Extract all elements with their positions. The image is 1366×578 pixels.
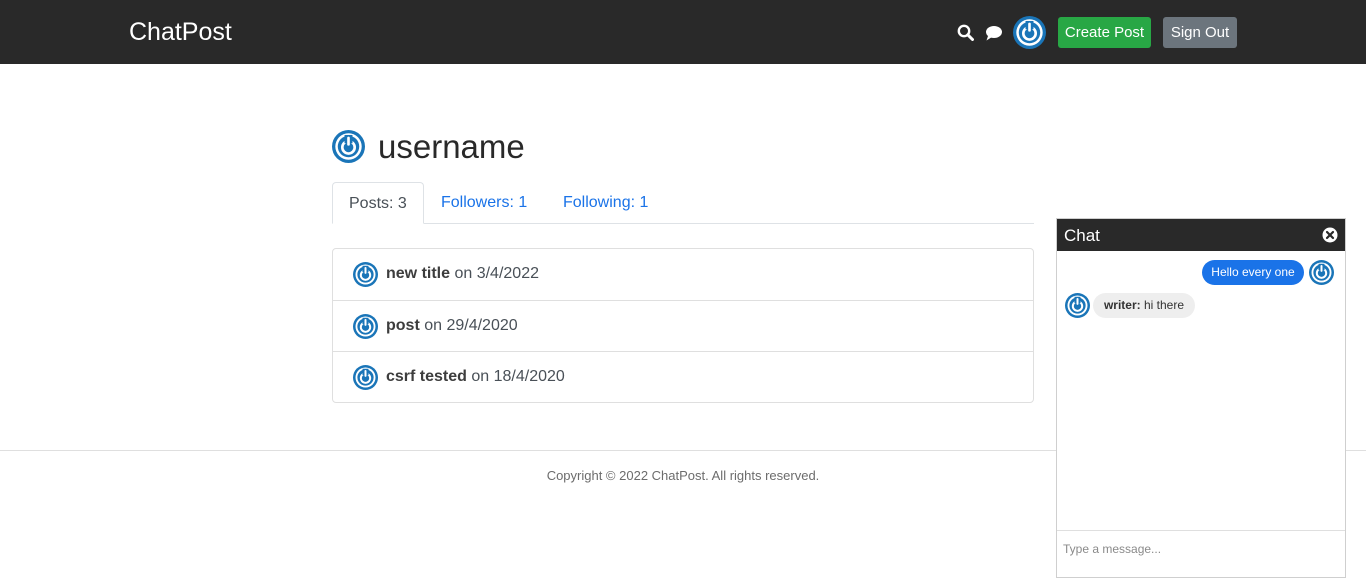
post-list-item[interactable]: post on 29/4/2020: [333, 300, 1033, 351]
post-title[interactable]: csrf tested: [386, 368, 467, 385]
search-icon[interactable]: [957, 24, 974, 41]
profile-username: username: [378, 128, 525, 165]
tab-followers[interactable]: Followers: 1: [425, 182, 547, 224]
post-entry-text: new title on 3/4/2022: [386, 249, 539, 299]
post-entry-text: csrf tested on 18/4/2020: [386, 352, 565, 402]
post-author-avatar-icon: [353, 262, 378, 287]
chat-title: Chat: [1064, 226, 1100, 245]
post-list-item[interactable]: new title on 3/4/2022: [333, 249, 1033, 300]
chat-bubble-icon[interactable]: [985, 25, 1003, 41]
chat-message-received: writer: hi there: [1093, 293, 1195, 318]
top-navbar: ChatPost Create Post Sign Out: [0, 0, 1366, 64]
chat-sender-avatar-icon: [1065, 293, 1090, 318]
post-author-avatar-icon: [353, 314, 378, 339]
profile-tabs: Posts: 3 Followers: 1 Following: 1: [332, 182, 1034, 224]
chat-message-input[interactable]: [1063, 539, 1339, 559]
create-post-button[interactable]: Create Post: [1058, 17, 1151, 48]
tab-following[interactable]: Following: 1: [547, 182, 667, 224]
tab-posts[interactable]: Posts: 3: [332, 182, 424, 224]
user-avatar-icon[interactable]: [1013, 16, 1046, 49]
chat-own-avatar-icon: [1309, 260, 1334, 285]
sign-out-button[interactable]: Sign Out: [1163, 17, 1237, 48]
posts-list: new title on 3/4/2022 post on 29/4/2020 …: [332, 248, 1034, 403]
post-author-avatar-icon: [353, 365, 378, 390]
post-date: on 18/4/2020: [466, 368, 565, 385]
post-title[interactable]: new title: [386, 265, 450, 282]
chat-message-own: Hello every one: [1202, 260, 1304, 285]
chat-message-author: writer:: [1103, 298, 1141, 312]
chat-header: Chat: [1057, 219, 1345, 251]
post-title[interactable]: post: [386, 317, 420, 334]
chat-input-area: [1057, 530, 1345, 570]
brand-logo-link[interactable]: ChatPost: [129, 17, 232, 47]
chat-panel: Chat Hello every one writer: hi there: [1056, 218, 1346, 578]
chat-message-text: hi there: [1140, 298, 1185, 312]
post-date: on 3/4/2022: [450, 265, 539, 282]
profile-avatar-icon: [332, 130, 365, 163]
post-list-item[interactable]: csrf tested on 18/4/2020: [333, 351, 1033, 402]
post-entry-text: post on 29/4/2020: [386, 301, 518, 351]
post-date: on 29/4/2020: [419, 317, 518, 334]
close-icon[interactable]: [1322, 227, 1338, 243]
